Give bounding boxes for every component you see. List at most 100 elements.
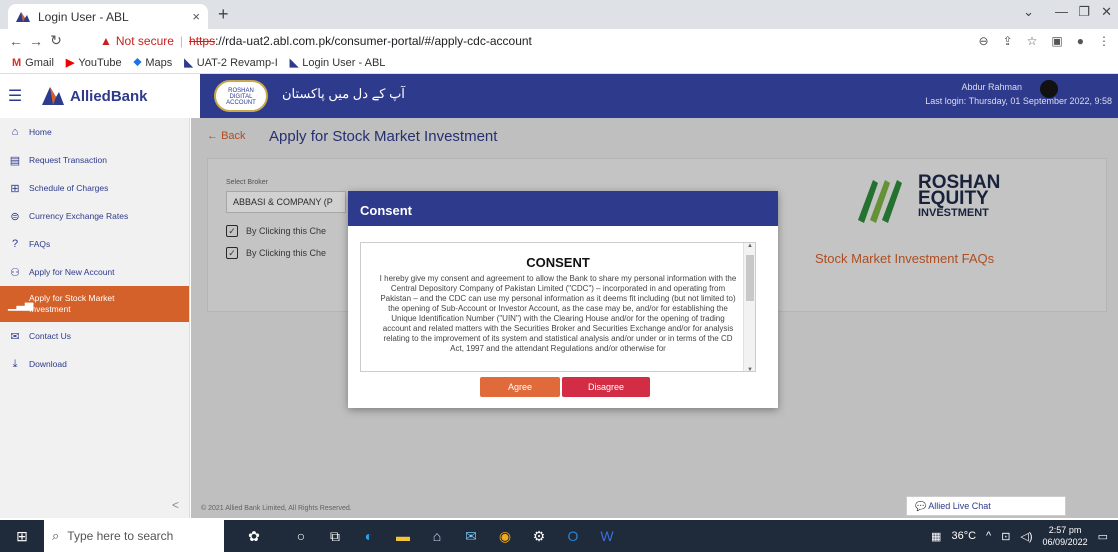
sidebar-item-currency-exchange[interactable]: ⊜ Currency Exchange Rates <box>0 202 189 230</box>
security-status: Not secure <box>115 33 174 48</box>
browser-tab-bar: Login User - ABL × + ⌄ — ❐ ✕ <box>0 0 1118 29</box>
brand-area: ☰ AlliedBank <box>0 74 200 118</box>
people-icon: ⚇ <box>10 266 20 279</box>
url-divider: | <box>179 33 184 48</box>
search-icon: ⌕ <box>52 528 60 543</box>
close-window-icon[interactable]: ✕ <box>1101 4 1112 20</box>
news-widget-icon[interactable]: ✿ <box>224 528 284 545</box>
modal-header: Consent <box>348 191 778 226</box>
last-login: Last login: Thursday, 01 September 2022,… <box>925 96 1112 106</box>
hamburger-menu-icon[interactable]: ☰ <box>0 86 30 106</box>
taskbar-search[interactable]: ⌕ Type here to search <box>44 520 224 552</box>
youtube-icon: ▶ <box>65 57 75 69</box>
profile-icon[interactable]: ● <box>1077 34 1084 48</box>
urdu-tagline: آپ کے دل میں پاکستان <box>282 86 405 101</box>
weather-icon: ▦ <box>931 530 942 543</box>
tab-close-icon[interactable]: × <box>192 9 200 24</box>
chat-icon: 💬 <box>915 501 927 511</box>
restore-icon[interactable]: ❐ <box>1078 4 1090 20</box>
zoom-icon[interactable]: ⊖ <box>979 34 989 48</box>
scroll-down-icon[interactable]: ▼ <box>747 367 753 371</box>
sidebar-item-home[interactable]: ⌂ Home <box>0 118 189 146</box>
help-icon: ? <box>11 238 19 250</box>
consent-scrollbar[interactable]: ▲ ▼ <box>743 243 755 371</box>
tab-title: Login User - ABL <box>38 9 129 24</box>
bookmarks-bar: M Gmail ▶ YouTube ⬥ Maps ◣ UAT-2 Revamp-I ◣ L… <box>0 52 1118 74</box>
outlook-icon[interactable]: O <box>556 528 590 544</box>
browser-tab[interactable]: Login User - ABL × <box>8 4 208 29</box>
file-explorer-icon[interactable]: ▬ <box>386 528 420 544</box>
abl-favicon-icon <box>16 11 30 22</box>
settings-icon[interactable]: ⚙ <box>522 528 556 545</box>
edge-icon[interactable]: ◐ <box>352 528 386 544</box>
url-field[interactable]: ▲ Not secure | https ://rda-uat2.abl.com… <box>100 31 1118 50</box>
grid-icon: ⊞ <box>10 182 20 195</box>
word-icon[interactable]: W <box>590 528 624 544</box>
cortana-icon[interactable]: ○ <box>284 528 318 544</box>
system-tray: ▦ 36°C ^ ⊡ ◁) 2:57 pm 06/09/2022 ▭ <box>931 520 1108 552</box>
allied-bank-logo-icon <box>42 87 64 105</box>
transaction-icon: ▤ <box>9 154 21 167</box>
bookmark-login[interactable]: ◣ Login User - ABL <box>289 56 386 70</box>
tray-chevron-icon[interactable]: ^ <box>986 530 991 542</box>
volume-icon[interactable]: ◁) <box>1020 530 1032 543</box>
new-tab-button[interactable]: + <box>218 5 229 23</box>
store-icon[interactable]: ⌂ <box>420 528 454 544</box>
star-icon[interactable]: ☆ <box>1027 34 1038 48</box>
sidebar-item-stock-market[interactable]: ▁▃▅ Apply for Stock Market Investment <box>0 286 189 322</box>
sidebar-item-apply-new-account[interactable]: ⚇ Apply for New Account <box>0 258 189 286</box>
currency-icon: ⊜ <box>10 210 20 223</box>
warning-icon: ▲ <box>100 33 112 48</box>
windows-start-icon[interactable]: ⊞ <box>0 528 44 545</box>
app-header: ☰ AlliedBank ROSHAN DIGITAL ACCOUNT آپ ک… <box>0 74 1118 118</box>
abl-bookmark-icon: ◣ <box>184 57 193 69</box>
reload-icon[interactable]: ↻ <box>46 32 66 49</box>
bookmark-uat[interactable]: ◣ UAT-2 Revamp-I <box>184 56 278 70</box>
bookmark-maps[interactable]: ⬥ Maps <box>134 56 173 69</box>
download-icon: ⤓ <box>12 357 18 370</box>
consent-title: CONSENT <box>526 255 590 270</box>
sidebar: ⌂ Home ▤ Request Transaction ⊞ Schedule of … <box>0 118 190 518</box>
back-arrow-icon[interactable]: ← <box>6 33 26 49</box>
collapse-sidebar-icon[interactable]: < <box>172 498 179 512</box>
sidebar-item-download[interactable]: ⤓ Download <box>0 350 189 378</box>
menu-dots-icon[interactable]: ⋮ <box>1098 34 1110 48</box>
disagree-button[interactable]: Disagree <box>562 377 650 397</box>
windows-taskbar: ⊞ ⌕ Type here to search ✿ ○ ⧉ ◐ ▬ ⌂ ✉ ◉ … <box>0 520 1118 552</box>
live-chat-button[interactable]: 💬 Allied Live Chat <box>906 496 1066 516</box>
mail-icon: ✉ <box>10 330 20 343</box>
network-icon[interactable]: ⊡ <box>1001 530 1010 543</box>
weather-temp[interactable]: 36°C <box>951 530 976 542</box>
sidebar-item-contact-us[interactable]: ✉ Contact Us <box>0 322 189 350</box>
minimize-icon[interactable]: — <box>1055 4 1068 19</box>
url-scheme: https <box>189 33 216 48</box>
address-bar-row: ← → ↻ ▲ Not secure | https ://rda-uat2.a… <box>0 29 1118 52</box>
consent-modal: Consent CONSENT I hereby give my consent… <box>348 191 778 408</box>
maps-icon: ⬥ <box>133 56 142 68</box>
share-icon[interactable]: ⇪ <box>1003 34 1013 48</box>
abl-bookmark-icon: ◣ <box>289 57 299 69</box>
tab-search-icon[interactable]: ⌄ <box>1023 4 1034 20</box>
mail-app-icon[interactable]: ✉ <box>454 528 488 545</box>
omnibox-icons: ⊖ ⇪ ☆ ▣ ● ⋮ <box>979 34 1110 48</box>
scroll-thumb[interactable] <box>746 255 754 301</box>
sidebar-item-request-transaction[interactable]: ▤ Request Transaction <box>0 146 189 174</box>
task-view-icon[interactable]: ⧉ <box>318 528 352 545</box>
url-path: ://rda-uat2.abl.com.pk/consumer-portal/#… <box>215 33 532 48</box>
sidepanel-icon[interactable]: ▣ <box>1051 34 1062 48</box>
scroll-up-icon[interactable]: ▲ <box>747 243 753 249</box>
consent-text-box[interactable]: CONSENT I hereby give my consent and agr… <box>360 242 756 372</box>
chrome-icon[interactable]: ◉ <box>488 528 522 545</box>
sidebar-item-faqs[interactable]: ? FAQs <box>0 230 189 258</box>
clock[interactable]: 2:57 pm 06/09/2022 <box>1043 524 1088 548</box>
bookmark-gmail[interactable]: M Gmail <box>12 57 54 69</box>
sidebar-item-schedule-of-charges[interactable]: ⊞ Schedule of Charges <box>0 174 189 202</box>
bookmark-youtube[interactable]: ▶ YouTube <box>65 56 122 70</box>
user-name: Abdur Rahman <box>961 82 1022 92</box>
agree-button[interactable]: Agree <box>480 377 560 397</box>
notifications-icon[interactable]: ▭ <box>1098 530 1108 543</box>
consent-text: I hereby give my consent and agreement t… <box>379 274 737 353</box>
forward-arrow-icon[interactable]: → <box>26 33 46 49</box>
rda-logo: ROSHAN DIGITAL ACCOUNT <box>214 80 268 112</box>
chart-icon: ▁▃▅ <box>8 298 34 311</box>
